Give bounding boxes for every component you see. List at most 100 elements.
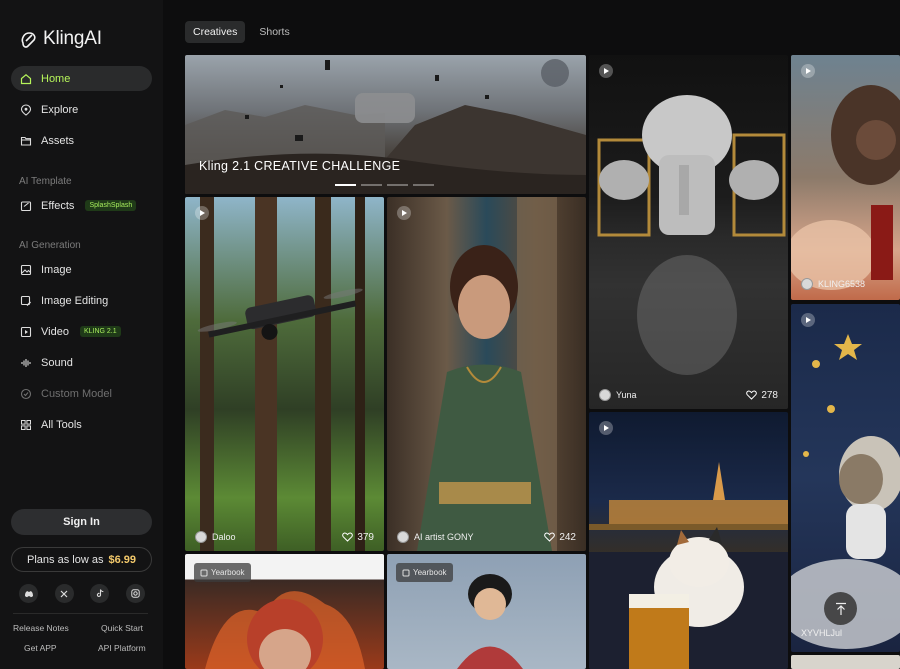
nav-explore[interactable]: Explore [11, 97, 152, 122]
yearbook-card-2[interactable]: Yearbook [387, 554, 586, 669]
nav-custom-model[interactable]: Custom Model [11, 381, 152, 406]
banner-illustration [185, 59, 586, 194]
video-icon [20, 326, 32, 338]
drone-illustration [197, 197, 365, 551]
nav-home-label: Home [41, 72, 71, 85]
card-user[interactable]: Daloo [195, 531, 236, 543]
like-button[interactable]: 379 [342, 532, 374, 543]
link-get-app[interactable]: Get APP [24, 643, 57, 653]
elephant-illustration [589, 95, 788, 409]
avatar [599, 389, 611, 401]
banner-card[interactable]: Kling 2.1 CREATIVE CHALLENGE [185, 55, 586, 194]
samurai-illustration [791, 85, 900, 290]
carousel-dot[interactable] [361, 184, 382, 186]
sidebar: KlingAI Home Explore Assets AI Template … [0, 0, 163, 669]
avatar [801, 278, 813, 290]
yearbook-tag-label: Yearbook [211, 568, 245, 577]
nav-effects[interactable]: Effects SplashSplash [11, 193, 152, 218]
city-cat-card[interactable] [589, 412, 788, 669]
elephant-card[interactable]: Yuna 278 [589, 55, 788, 409]
heart-icon [746, 390, 758, 400]
drone-card[interactable]: Daloo 379 [185, 197, 384, 551]
video-badge: KLING 2.1 [79, 326, 121, 337]
yearbook-tag-label: Yearbook [413, 568, 447, 577]
play-icon [599, 421, 613, 435]
image-edit-icon [20, 295, 32, 307]
like-button[interactable]: 242 [544, 532, 576, 543]
carousel-dot[interactable] [413, 184, 434, 186]
kling-logo-icon [21, 32, 36, 48]
brand-logo[interactable]: KlingAI [19, 28, 102, 50]
play-icon [801, 313, 815, 327]
city-cat-illustration [589, 462, 788, 669]
nav-image[interactable]: Image [11, 257, 152, 282]
samurai-card-meta: KLING6538 [801, 278, 890, 290]
yearbook-icon [402, 569, 410, 576]
nav-custom-model-label: Custom Model [41, 387, 112, 400]
nav-video[interactable]: Video KLING 2.1 [11, 319, 152, 344]
card-user[interactable]: KLING6538 [801, 278, 865, 290]
discord-icon[interactable] [19, 584, 38, 603]
card-user[interactable]: XYVHLJul [801, 628, 842, 638]
tiktok-icon[interactable] [90, 584, 110, 603]
section-ai-template: AI Template [19, 176, 72, 187]
heart-icon [342, 532, 354, 542]
nav-image-editing[interactable]: Image Editing [11, 288, 152, 313]
instagram-icon[interactable] [125, 584, 145, 603]
carousel-dot[interactable] [387, 184, 408, 186]
sound-icon [20, 357, 32, 369]
yearbook-icon [200, 569, 208, 576]
card-username: AI artist GONY [414, 532, 474, 542]
x-icon[interactable] [54, 584, 74, 603]
card-username: Daloo [212, 532, 236, 542]
card-username: XYVHLJul [801, 628, 843, 638]
carousel-dots [335, 184, 434, 186]
like-count: 242 [559, 531, 576, 543]
card-user[interactable]: Yuna [599, 389, 637, 401]
card-user[interactable]: AI artist GONY [397, 531, 474, 543]
like-count: 278 [761, 389, 778, 401]
tab-shorts[interactable]: Shorts [251, 21, 297, 43]
arrow-up-icon [835, 602, 846, 615]
link-api-platform[interactable]: API Platform [98, 643, 146, 653]
home-icon [20, 73, 32, 85]
woman-illustration [417, 197, 557, 551]
nav-video-label: Video [41, 325, 69, 338]
carousel-dot[interactable] [335, 184, 356, 186]
social-links [19, 584, 145, 603]
hedgehog-card-meta: XYVHLJul [801, 628, 890, 638]
scroll-to-top-button[interactable] [824, 592, 857, 625]
folder-icon [20, 135, 32, 147]
like-button[interactable]: 278 [746, 390, 778, 401]
nav-all-tools[interactable]: All Tools [11, 412, 152, 437]
nav-home[interactable]: Home [11, 66, 152, 91]
compass-icon [20, 103, 32, 116]
nav-assets-label: Assets [41, 134, 75, 147]
effects-icon [20, 200, 32, 212]
avatar [397, 531, 409, 543]
nav-sound-label: Sound [41, 356, 73, 369]
plans-price: $6.99 [108, 553, 136, 566]
link-release-notes[interactable]: Release Notes [13, 623, 69, 633]
samurai-card[interactable]: KLING6538 [791, 55, 900, 300]
nav-assets[interactable]: Assets [11, 128, 152, 153]
nav-image-label: Image [41, 263, 72, 276]
effects-badge: SplashSplash [85, 200, 137, 211]
woman-card-meta: AI artist GONY 242 [397, 531, 576, 543]
elephant-card-meta: Yuna 278 [599, 389, 778, 401]
tab-creatives[interactable]: Creatives [185, 21, 246, 43]
play-icon [599, 64, 613, 78]
sign-in-button[interactable]: Sign In [11, 509, 152, 535]
brand-name: KlingAI [43, 28, 102, 49]
plans-button[interactable]: Plans as low as $6.99 [11, 547, 152, 572]
nav-explore-label: Explore [41, 103, 79, 116]
play-icon [801, 64, 815, 78]
nav-sound[interactable]: Sound [11, 350, 152, 375]
yearbook-card-1[interactable]: Yearbook [185, 554, 384, 669]
link-quick-start[interactable]: Quick Start [101, 623, 143, 633]
card-username: Yuna [616, 390, 637, 400]
image-icon [20, 264, 32, 276]
plans-label: Plans as low as [27, 553, 104, 566]
woman-card[interactable]: AI artist GONY 242 [387, 197, 586, 551]
peek-card[interactable] [791, 655, 900, 669]
